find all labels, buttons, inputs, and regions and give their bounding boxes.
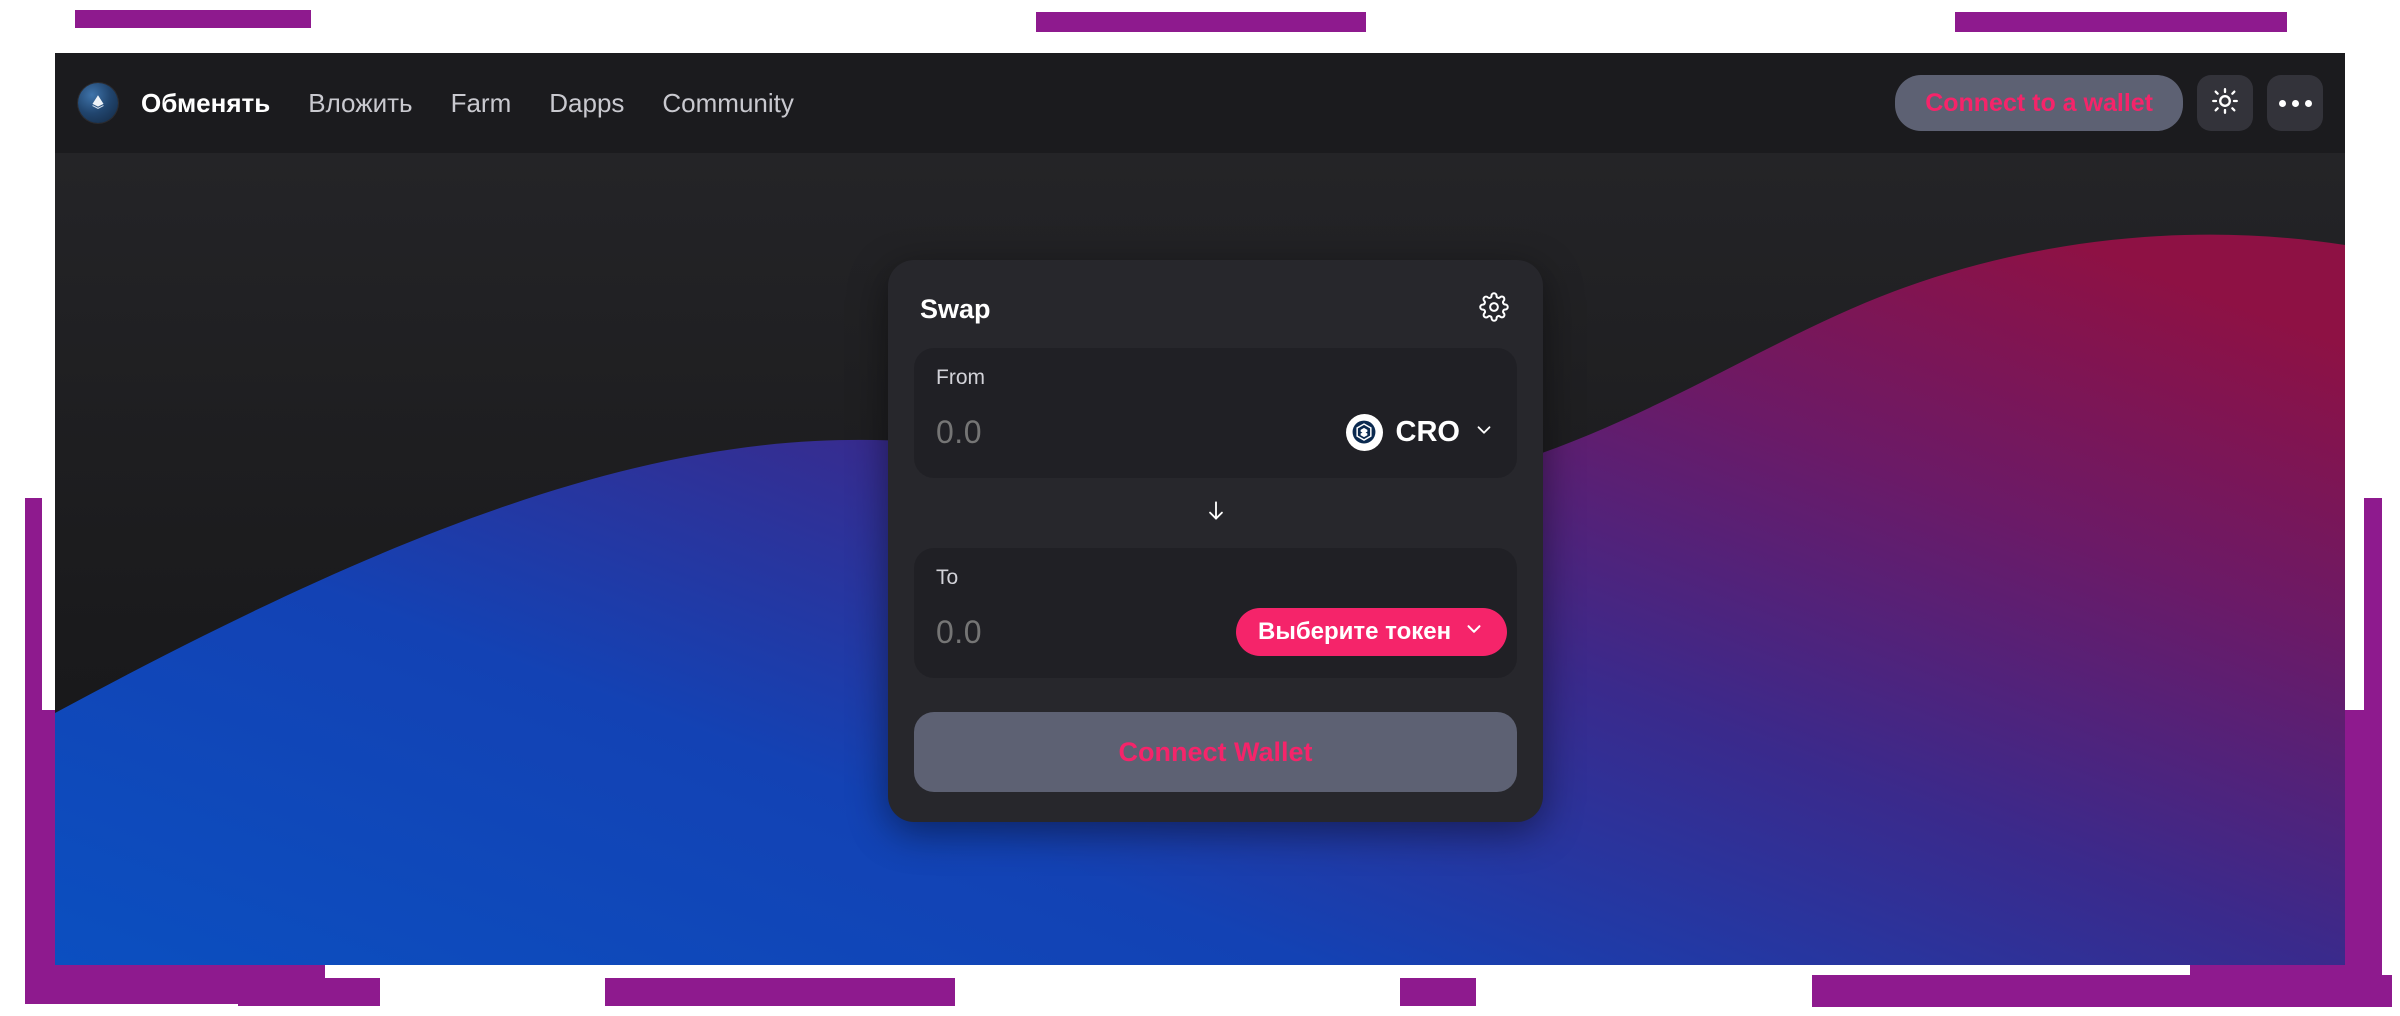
to-label: To	[936, 566, 959, 589]
settings-button[interactable]	[1477, 291, 1511, 327]
redaction-bar-top-5	[1955, 12, 2195, 26]
main-nav: Обменять Вложить Farm Dapps Community	[141, 88, 794, 119]
header-actions: Connect to a wallet	[1895, 75, 2323, 131]
nav-item-vlozhit[interactable]: Вложить	[308, 88, 412, 119]
chevron-down-icon	[1463, 618, 1485, 647]
browser-viewport: Обменять Вложить Farm Dapps Community Co…	[55, 53, 2345, 965]
to-amount-input[interactable]	[936, 613, 1236, 651]
redaction-bar-left-wide	[25, 710, 55, 1000]
nav-item-farm[interactable]: Farm	[451, 88, 512, 119]
arrow-down-icon	[1203, 498, 1229, 529]
cro-token-icon	[1345, 413, 1383, 451]
redaction-bar-top-3	[1036, 12, 1366, 32]
redaction-bar-bottom-4	[1400, 978, 1476, 1006]
swap-direction-row	[914, 478, 1517, 548]
nav-item-dapps[interactable]: Dapps	[549, 88, 624, 119]
redaction-bar-top-2	[75, 10, 235, 22]
select-token-button[interactable]: Выберите токен	[1236, 608, 1508, 656]
to-row: Выберите токен	[936, 606, 1508, 658]
chevron-down-icon	[1473, 419, 1495, 446]
swap-direction-button[interactable]	[1203, 498, 1229, 529]
from-label: From	[936, 366, 985, 389]
from-amount-input[interactable]	[936, 413, 1236, 451]
swap-card-header: Swap	[914, 286, 1517, 348]
theme-toggle-button[interactable]	[2197, 75, 2253, 131]
redaction-bar-bottom-2	[238, 978, 380, 1006]
to-panel: To Выберите токен	[914, 548, 1517, 678]
nav-item-community[interactable]: Community	[662, 88, 793, 119]
redaction-bar-right-thin	[2364, 498, 2382, 738]
from-row: CRO	[936, 406, 1495, 458]
nav-item-obmenyat[interactable]: Обменять	[141, 88, 270, 119]
ellipsis-icon	[2278, 99, 2312, 107]
page-background: Swap From 0.0 CRO To 0.0 Выберите токен …	[55, 153, 2345, 965]
sun-icon	[2211, 87, 2239, 120]
connect-to-a-wallet-button[interactable]: Connect to a wallet	[1895, 75, 2183, 131]
connect-wallet-button[interactable]: Connect Wallet	[914, 712, 1517, 792]
redaction-bar-bottom-3	[605, 978, 955, 1006]
from-panel: From CRO	[914, 348, 1517, 478]
swap-title: Swap	[920, 293, 991, 324]
select-token-label: Выберите токен	[1258, 618, 1452, 645]
more-menu-button[interactable]	[2267, 75, 2323, 131]
redaction-bar-left-thin	[25, 498, 42, 738]
app-header: Обменять Вложить Farm Dapps Community Co…	[55, 53, 2345, 153]
gear-icon	[1479, 291, 1509, 327]
swap-card: Swap From 0.0 CRO To 0.0 Выберите токен …	[888, 260, 1543, 822]
from-token-symbol: CRO	[1395, 415, 1460, 448]
from-token-selector[interactable]: CRO	[1345, 413, 1495, 451]
app-logo[interactable]	[77, 82, 119, 124]
token-diamond-icon	[78, 83, 118, 123]
